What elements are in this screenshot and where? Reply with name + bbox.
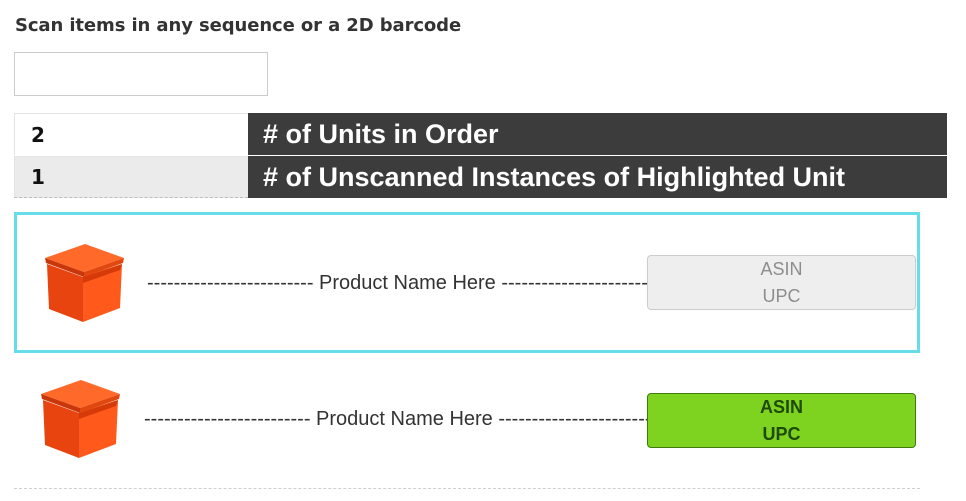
product-name: ------------------------- Product Name H…: [144, 408, 647, 430]
stat-row-units-in-order: 2 # of Units in Order: [14, 113, 947, 155]
unscanned-instances-label: # of Unscanned Instances of Highlighted …: [248, 156, 947, 198]
product-name: ------------------------- Product Name H…: [147, 272, 650, 294]
scan-input[interactable]: [14, 52, 268, 96]
upc-label: UPC: [762, 423, 801, 444]
units-in-order-value: 2: [14, 113, 248, 155]
product-codes-pending: ASIN UPC: [647, 255, 916, 310]
upc-label: UPC: [762, 285, 801, 306]
product-codes-scanned: ASIN UPC: [647, 393, 916, 448]
units-in-order-label: # of Units in Order: [248, 113, 947, 155]
order-item-highlighted[interactable]: ------------------------- Product Name H…: [14, 212, 920, 353]
scan-heading: Scan items in any sequence or a 2D barco…: [15, 15, 462, 36]
unscanned-instances-value: 1: [14, 156, 248, 198]
box-icon: [41, 380, 120, 458]
asin-label: ASIN: [760, 258, 803, 279]
order-item-scanned[interactable]: ------------------------- Product Name H…: [14, 355, 920, 489]
asin-label: ASIN: [759, 396, 803, 417]
stat-row-unscanned-instances: 1 # of Unscanned Instances of Highlighte…: [14, 155, 947, 198]
scan-page: Scan items in any sequence or a 2D barco…: [0, 0, 966, 501]
order-stats-table: 2 # of Units in Order 1 # of Unscanned I…: [14, 113, 947, 198]
box-icon: [45, 244, 124, 322]
